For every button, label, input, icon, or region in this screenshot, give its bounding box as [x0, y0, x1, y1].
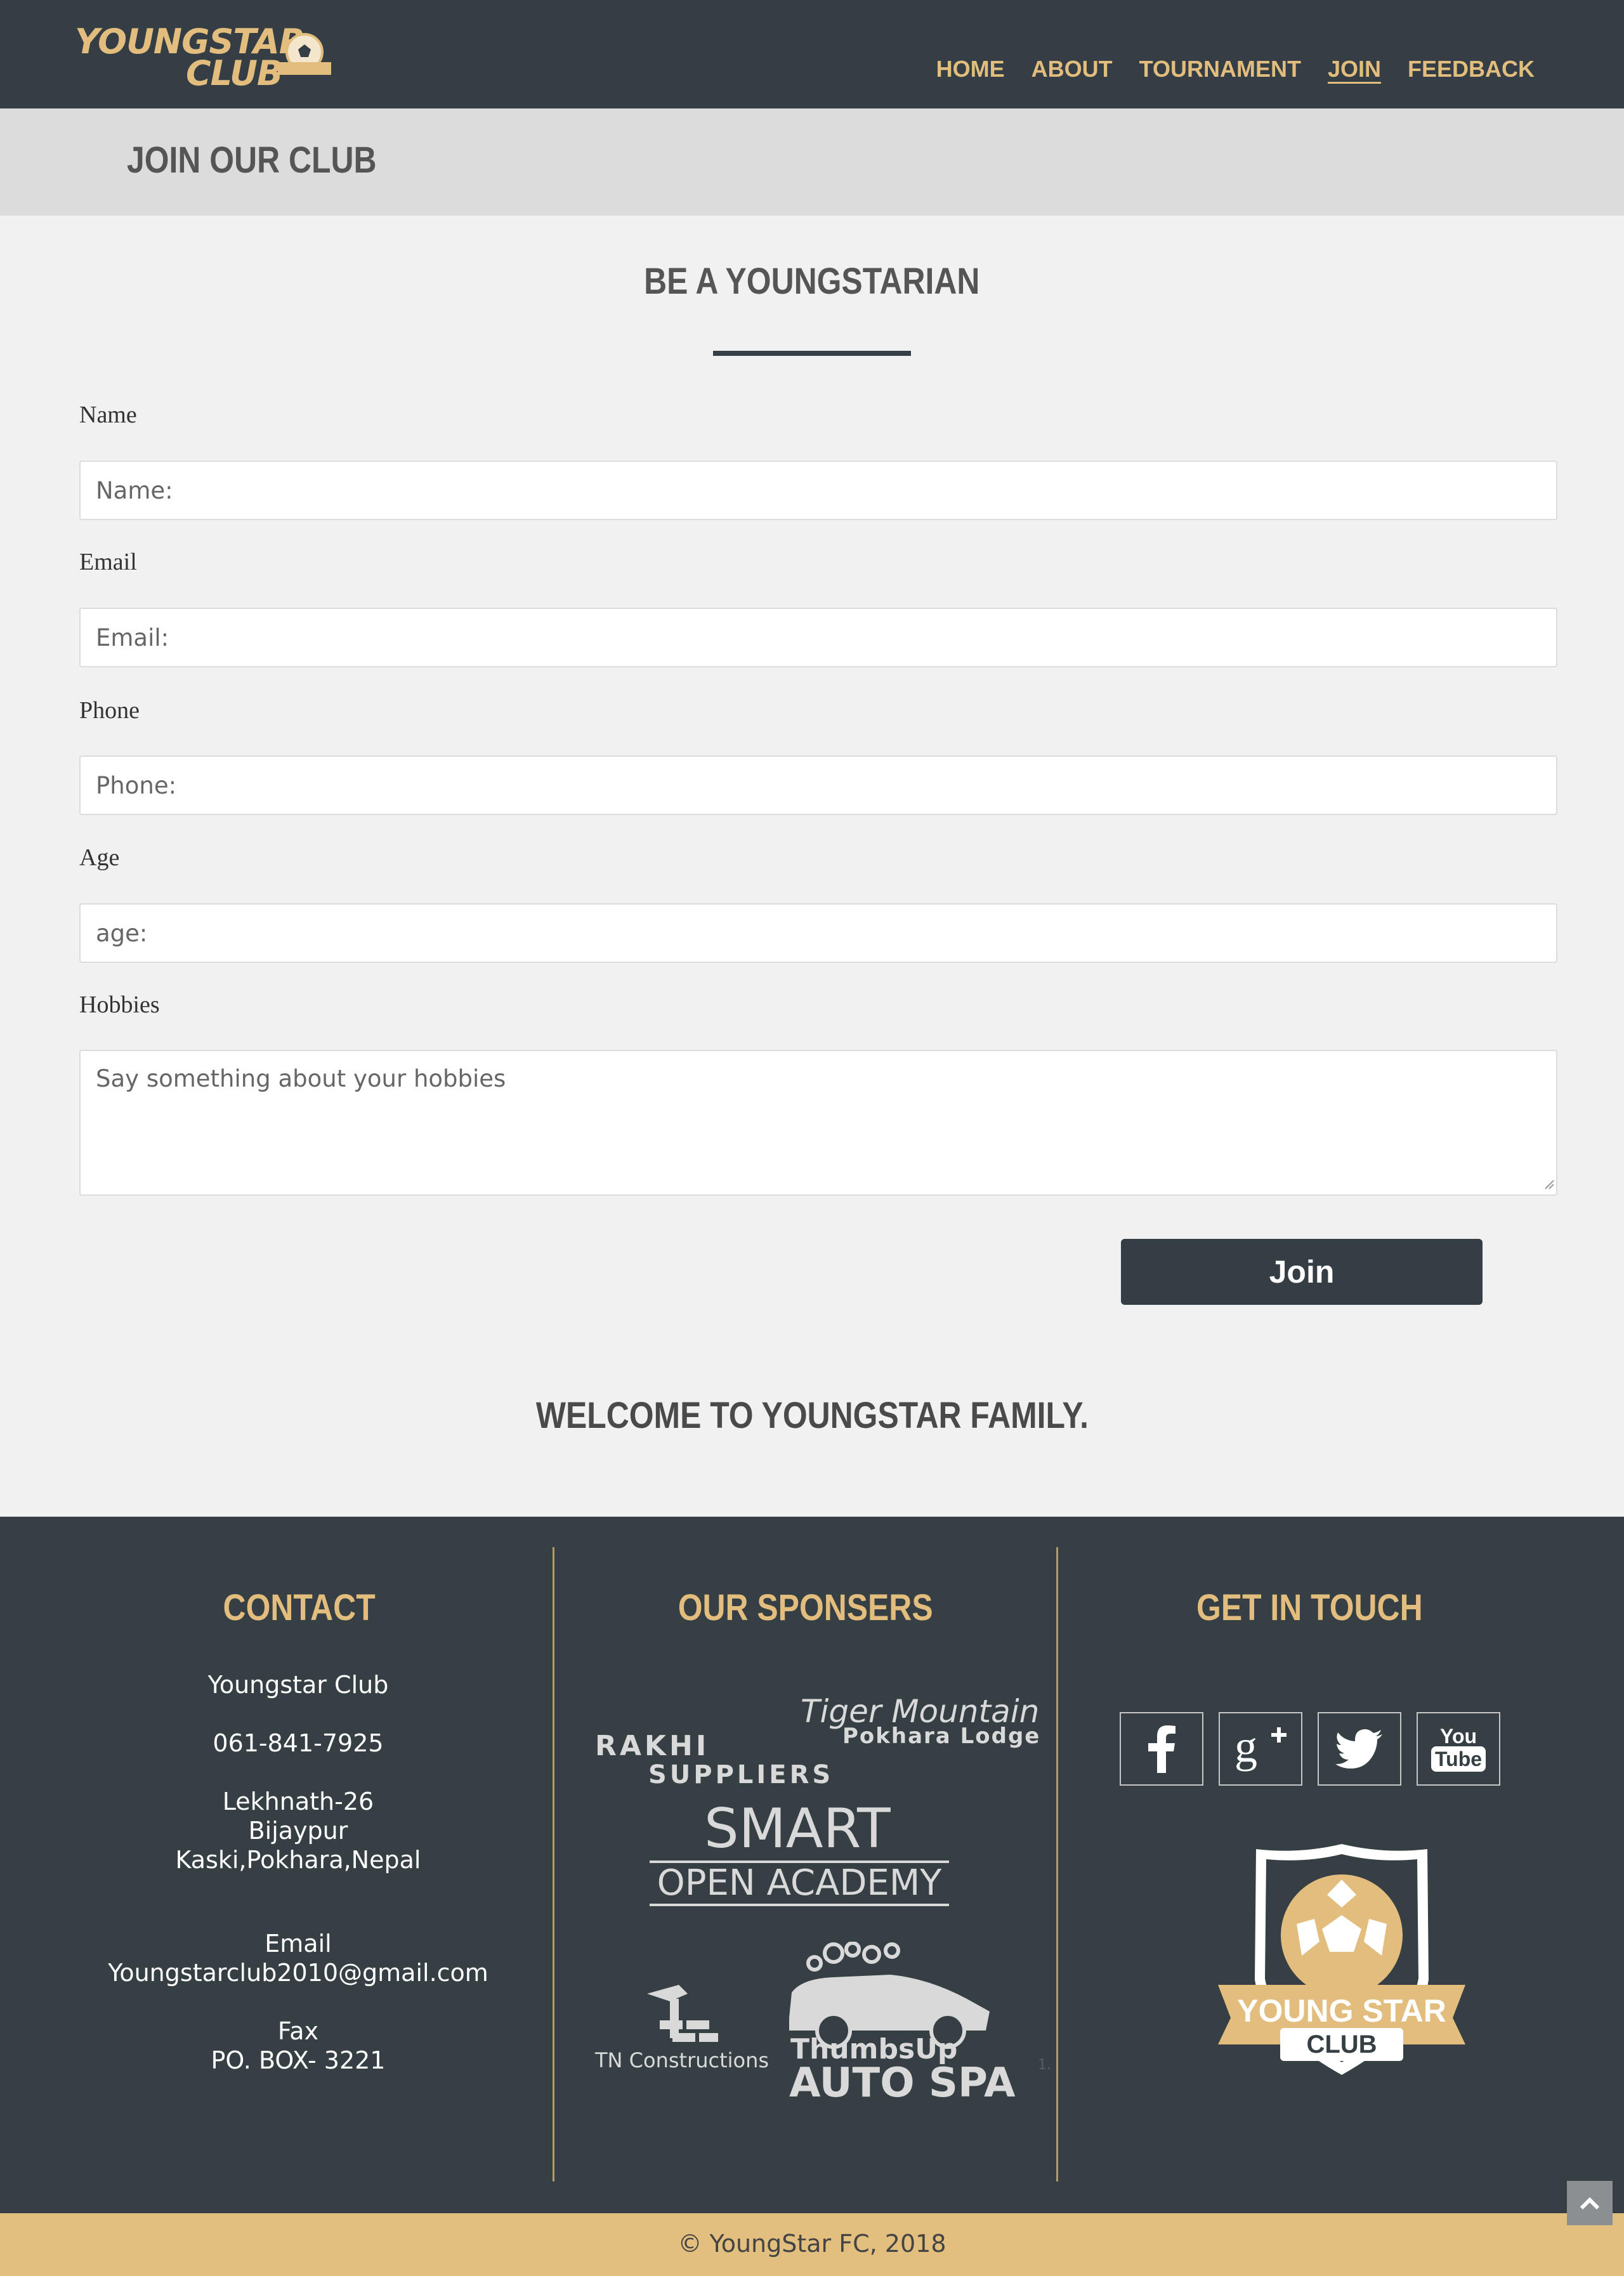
nav-home[interactable]: HOME — [936, 56, 1005, 82]
contact-address-line2: Bijaypur — [248, 1817, 348, 1845]
hobbies-textarea[interactable] — [79, 1050, 1557, 1196]
contact-phone: 061-841-7925 — [213, 1729, 384, 1757]
hammer-bricks-icon — [647, 1985, 718, 2042]
title-divider — [713, 351, 911, 356]
page-header-band: JOIN OUR CLUB — [0, 108, 1624, 216]
youtube-icon-top: You — [1439, 1725, 1477, 1748]
section-title: BE A YOUNGSTARIAN — [644, 261, 980, 302]
main-nav: HOME ABOUT TOURNAMENT JOIN FEEDBACK — [936, 56, 1535, 82]
get-in-touch-title: GET IN TOUCH — [1196, 1587, 1423, 1628]
club-crest: YOUNG STAR CLUB — [1218, 1840, 1465, 2081]
resize-grip-icon[interactable] — [1543, 1178, 1554, 1189]
name-input[interactable] — [79, 461, 1557, 520]
back-to-top-button[interactable] — [1567, 2181, 1613, 2225]
svg-text:g: g — [1234, 1723, 1257, 1772]
sponsor-tn-constructions: TN Constructions — [595, 2048, 769, 2072]
age-input[interactable] — [79, 903, 1557, 963]
youtube-link[interactable]: You Tube — [1417, 1712, 1500, 1786]
name-label: Name — [79, 402, 137, 428]
join-button[interactable]: Join — [1121, 1239, 1483, 1305]
copyright-bar: © YoungStar FC, 2018 — [0, 2213, 1624, 2276]
nav-about[interactable]: ABOUT — [1031, 56, 1113, 82]
twitter-link[interactable] — [1318, 1712, 1401, 1786]
sponsor-smart: SMART — [704, 1797, 891, 1861]
sponsor-rakhi-sub: SUPPLIERS — [648, 1760, 834, 1789]
brand-logo[interactable]: YOUNGSTAR CLUB — [75, 22, 335, 93]
email-input[interactable] — [79, 608, 1557, 667]
brand-line2: CLUB — [186, 53, 283, 93]
facebook-icon — [1148, 1725, 1175, 1773]
facebook-link[interactable] — [1120, 1712, 1203, 1786]
sponsor-tiger-mountain-sub: Pokhara Lodge — [842, 1723, 1041, 1749]
google-plus-link[interactable]: g — [1219, 1712, 1302, 1786]
contact-address-line3: Kaski,Pokhara,Nepal — [175, 1846, 421, 1874]
soccer-ball-badge-icon — [278, 33, 331, 75]
contact-fax: PO. BOX- 3221 — [211, 2046, 386, 2074]
phone-label: Phone — [79, 697, 140, 724]
nav-feedback[interactable]: FEEDBACK — [1408, 56, 1535, 82]
google-plus-icon: g — [1234, 1723, 1287, 1772]
footer: CONTACT Youngstar Club 061-841-7925 Lekh… — [0, 1517, 1624, 2213]
welcome-message: WELCOME TO YOUNGSTAR FAMILY. — [535, 1395, 1089, 1436]
age-label: Age — [79, 844, 120, 871]
footer-divider — [553, 1547, 554, 2181]
sponsors-title: OUR SPONSERS — [678, 1587, 933, 1628]
contact-email-link[interactable]: Youngstarclub2010@gmail.com — [44, 1958, 552, 1987]
top-navbar: YOUNGSTAR CLUB HOME ABOUT TOURNAMENT JOI… — [0, 0, 1624, 108]
crest-text-line2: CLUB — [1306, 2031, 1377, 2058]
hobbies-label: Hobbies — [79, 991, 160, 1018]
contact-fax-label: Fax — [277, 2017, 319, 2045]
email-label: Email — [79, 549, 137, 575]
phone-input[interactable] — [79, 755, 1557, 815]
chevron-up-icon — [1580, 2197, 1600, 2210]
sponsor-smart-sub: OPEN ACADEMY — [650, 1861, 949, 1906]
carousel-marker: 1. — [1038, 2057, 1051, 2073]
copyright-text: © YoungStar FC, 2018 — [678, 2230, 946, 2258]
social-links: g You Tube — [1120, 1712, 1500, 1786]
crest-text-line1: YOUNG STAR — [1237, 1993, 1446, 2029]
contact-address-line1: Lekhnath-26 — [222, 1788, 374, 1815]
youtube-icon-bottom: Tube — [1431, 1746, 1486, 1772]
contact-email-label: Email — [265, 1930, 332, 1958]
nav-tournament[interactable]: TOURNAMENT — [1139, 56, 1301, 82]
nav-join[interactable]: JOIN — [1328, 56, 1381, 82]
sponsor-auto-spa: AUTO SPA — [789, 2060, 1016, 2107]
contact-org: Youngstar Club — [207, 1671, 389, 1699]
page-title: JOIN OUR CLUB — [127, 140, 377, 181]
contact-title: CONTACT — [223, 1587, 376, 1628]
twitter-icon — [1335, 1729, 1382, 1769]
footer-divider — [1056, 1547, 1058, 2181]
sponsor-rakhi: RAKHI — [595, 1730, 710, 1762]
